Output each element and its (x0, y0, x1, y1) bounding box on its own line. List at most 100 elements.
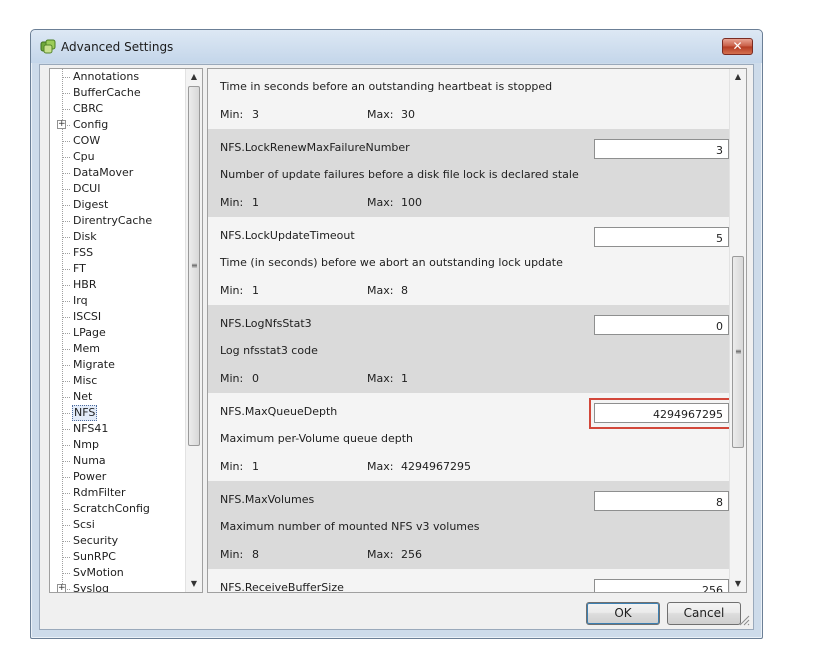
expand-icon[interactable]: + (57, 584, 66, 592)
tree-item-numa[interactable]: Numa (50, 453, 185, 469)
tree-item-hbr[interactable]: HBR (50, 277, 185, 293)
tree-item-misc[interactable]: Misc (50, 373, 185, 389)
tree-connector (62, 157, 70, 158)
tree-item-label: ScratchConfig (73, 502, 150, 515)
tree-item-digest[interactable]: Digest (50, 197, 185, 213)
tree-item-label: DCUI (73, 182, 101, 195)
setting-value-input[interactable] (594, 139, 729, 159)
setting-name: NFS.LockUpdateTimeout (220, 229, 355, 242)
scroll-up-icon[interactable]: ▲ (730, 69, 746, 85)
tree-item-rdmfilter[interactable]: RdmFilter (50, 485, 185, 501)
max-label: Max: (367, 196, 394, 209)
resize-grip-icon[interactable] (738, 614, 750, 626)
setting-row-partial-top: Time in seconds before an outstanding he… (208, 69, 735, 129)
tree-scrollbar[interactable]: ▲ ≡ ▼ (185, 69, 202, 592)
setting-description: Maximum per-Volume queue depth (220, 432, 413, 445)
setting-description: Number of update failures before a disk … (220, 168, 579, 181)
tree-item-sunrpc[interactable]: SunRPC (50, 549, 185, 565)
settings-scrollbar[interactable]: ▲ ≡ ▼ (729, 69, 746, 592)
tree-connector (62, 77, 70, 78)
setting-name: NFS.LockRenewMaxFailureNumber (220, 141, 410, 154)
tree-connector (62, 413, 70, 414)
tree-item-label: DataMover (73, 166, 134, 179)
setting-description: Time in seconds before an outstanding he… (220, 80, 553, 93)
tree-item-ft[interactable]: FT (50, 261, 185, 277)
dialog-body: Annotations BufferCache CBRC + Config COW Cpu D… (39, 64, 754, 630)
setting-row: NFS.MaxVolumes Maximum number of mounted … (208, 481, 735, 569)
tree-connector (62, 397, 70, 398)
tree-item-label: LPage (73, 326, 106, 339)
tree-item-label: FSS (73, 246, 94, 259)
tree-item-config[interactable]: + Config (50, 117, 185, 133)
scroll-down-icon[interactable]: ▼ (186, 576, 202, 592)
setting-value-input[interactable] (594, 579, 729, 592)
min-label: Min: (220, 108, 244, 121)
setting-value-input[interactable] (594, 315, 729, 335)
tree-connector (62, 269, 70, 270)
max-value: 256 (401, 548, 422, 561)
tree-connector (62, 541, 70, 542)
tree-connector (62, 317, 70, 318)
tree-item-nfs[interactable]: NFS (50, 405, 185, 421)
tree-item-buffercache[interactable]: BufferCache (50, 85, 185, 101)
max-value: 8 (401, 284, 408, 297)
window-title: Advanced Settings (61, 40, 174, 54)
tree-item-label: HBR (73, 278, 97, 291)
max-label: Max: (367, 460, 394, 473)
tree-item-cow[interactable]: COW (50, 133, 185, 149)
cancel-button[interactable]: Cancel (667, 602, 741, 625)
tree-item-iscsi[interactable]: ISCSI (50, 309, 185, 325)
tree-item-svmotion[interactable]: SvMotion (50, 565, 185, 581)
close-button[interactable]: ✕ (722, 38, 753, 55)
ok-button[interactable]: OK (586, 602, 660, 625)
tree-item-lpage[interactable]: LPage (50, 325, 185, 341)
tree-item-datamover[interactable]: DataMover (50, 165, 185, 181)
tree-item-power[interactable]: Power (50, 469, 185, 485)
setting-value-input[interactable] (594, 491, 729, 511)
max-label: Max: (367, 548, 394, 561)
setting-row: NFS.LogNfsStat3 Log nfsstat3 code Min: 0 Max… (208, 305, 735, 393)
min-label: Min: (220, 372, 244, 385)
tree-item-irq[interactable]: Irq (50, 293, 185, 309)
title-bar[interactable]: Advanced Settings ✕ (31, 30, 762, 63)
grip-icon: ≡ (191, 261, 198, 270)
tree-item-label: Irq (73, 294, 88, 307)
setting-value-input[interactable] (594, 227, 729, 247)
scroll-down-icon[interactable]: ▼ (730, 576, 746, 592)
max-value: 30 (401, 108, 415, 121)
tree-connector (62, 237, 70, 238)
tree-item-migrate[interactable]: Migrate (50, 357, 185, 373)
tree-item-disk[interactable]: Disk (50, 229, 185, 245)
tree-item-label: FT (73, 262, 86, 275)
min-value: 1 (252, 196, 259, 209)
tree-connector (62, 381, 70, 382)
tree-item-scsi[interactable]: Scsi (50, 517, 185, 533)
tree-item-annotations[interactable]: Annotations (50, 69, 185, 85)
tree-item-nfs41[interactable]: NFS41 (50, 421, 185, 437)
min-value: 0 (252, 372, 259, 385)
tree-item-cbrc[interactable]: CBRC (50, 101, 185, 117)
setting-row: NFS.LockRenewMaxFailureNumber Number of u… (208, 129, 735, 217)
setting-value-input[interactable] (594, 403, 729, 423)
expand-icon[interactable]: + (57, 120, 66, 129)
tree-item-cpu[interactable]: Cpu (50, 149, 185, 165)
tree-item-nmp[interactable]: Nmp (50, 437, 185, 453)
tree-item-security[interactable]: Security (50, 533, 185, 549)
tree-item-label: Scsi (73, 518, 95, 531)
tree-item-mem[interactable]: Mem (50, 341, 185, 357)
tree-item-label: DirentryCache (73, 214, 153, 227)
tree-item-dcui[interactable]: DCUI (50, 181, 185, 197)
tree-item-label: NFS41 (73, 422, 109, 435)
tree-item-direntrycache[interactable]: DirentryCache (50, 213, 185, 229)
tree-item-label: Digest (73, 198, 109, 211)
tree-item-fss[interactable]: FSS (50, 245, 185, 261)
tree-item-net[interactable]: Net (50, 389, 185, 405)
tree-connector (62, 189, 70, 190)
tree-item-syslog[interactable]: + Syslog (50, 581, 185, 592)
settings-scroll-thumb[interactable]: ≡ (732, 256, 744, 448)
tree-item-scratchconfig[interactable]: ScratchConfig (50, 501, 185, 517)
tree-item-label: Annotations (73, 70, 140, 83)
scroll-up-icon[interactable]: ▲ (186, 69, 202, 85)
tree-scroll-thumb[interactable]: ≡ (188, 86, 200, 446)
max-label: Max: (367, 372, 394, 385)
